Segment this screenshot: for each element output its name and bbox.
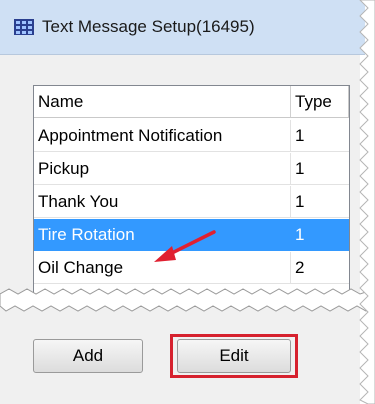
add-button[interactable]: Add [33,339,143,373]
item-type: 2 [291,252,349,284]
item-type: 1 [291,186,349,218]
message-list[interactable]: Name Type Appointment Notification 1 Pic… [33,85,350,305]
item-name: Pickup [34,153,291,185]
torn-right-edge [359,0,375,404]
item-name: Thank You [34,186,291,218]
item-type: 1 [291,120,349,152]
column-header-type[interactable]: Type [291,86,349,118]
item-type: 1 [291,153,349,185]
list-item[interactable]: Pickup 1 [34,153,349,186]
list-header: Name Type [34,86,349,119]
item-type: 1 [291,219,349,251]
list-item[interactable]: Thank You 1 [34,186,349,219]
column-header-name[interactable]: Name [34,86,291,118]
item-name: Appointment Notification [34,120,291,152]
callout-arrow-icon [154,230,216,262]
edit-button[interactable]: Edit [177,339,291,373]
text-message-setup-window: Text Message Setup(16495) Name Type Appo… [0,0,375,404]
grid-app-icon [14,19,34,35]
title-bar: Text Message Setup(16495) [0,0,365,55]
torn-edge-divider [0,288,375,312]
list-item[interactable]: Appointment Notification 1 [34,120,349,153]
window-title: Text Message Setup(16495) [42,17,255,36]
